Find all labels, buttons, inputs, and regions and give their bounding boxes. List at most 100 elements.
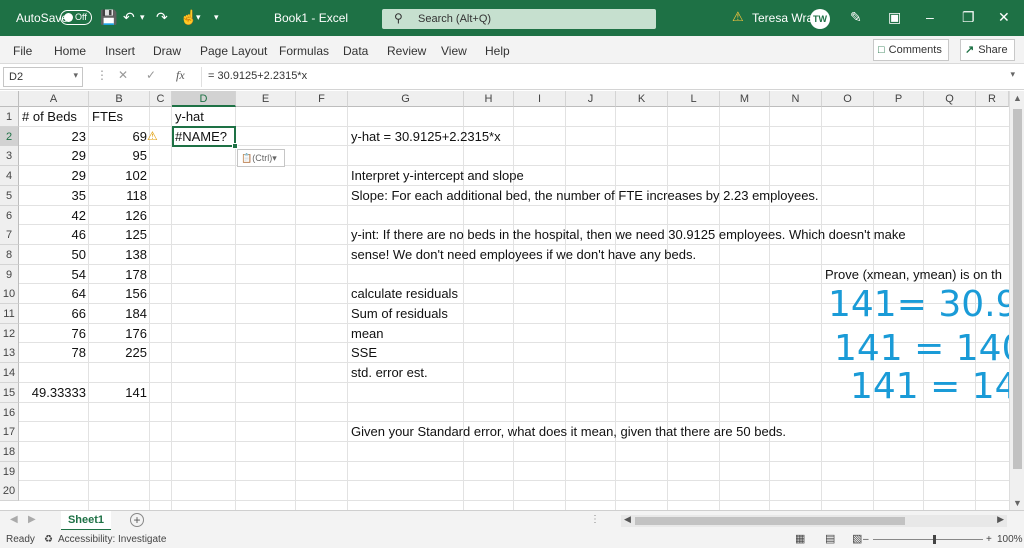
page-layout-view-icon[interactable]: ▤ [825,532,835,545]
name-box[interactable]: D2 ▾ [3,67,83,87]
undo-dropdown-icon[interactable]: ▾ [140,12,145,23]
menu-help[interactable]: Help [485,44,510,58]
cell-b3[interactable]: 95 [89,146,150,166]
column-header-j[interactable]: J [566,91,616,107]
row-header-8[interactable]: 8 [0,244,19,265]
cell-a1[interactable]: # of Beds [19,107,77,127]
undo-icon[interactable]: ↶ [123,9,135,26]
cell-a15[interactable]: 49.33333 [19,383,89,403]
zoom-slider-thumb[interactable] [933,535,936,544]
row-header-5[interactable]: 5 [0,185,19,206]
row-header-12[interactable]: 12 [0,323,19,344]
cell-a6[interactable]: 42 [19,206,89,226]
column-header-r[interactable]: R [976,91,1009,107]
cell-a2[interactable]: 23 [19,127,89,147]
cell-g11[interactable]: Sum of residuals [348,304,448,324]
column-header-c[interactable]: C [150,91,172,107]
select-all-corner[interactable] [0,91,19,107]
column-header-l[interactable]: L [668,91,720,107]
cancel-icon[interactable]: ✕ [118,68,128,82]
menu-data[interactable]: Data [343,44,368,58]
cell-g12[interactable]: mean [348,324,384,344]
scroll-thumb[interactable] [1013,109,1022,469]
column-header-k[interactable]: K [616,91,668,107]
column-header-m[interactable]: M [720,91,770,107]
cell-d1[interactable]: y-hat [172,107,204,127]
column-header-h[interactable]: H [464,91,514,107]
menu-file[interactable]: File [13,44,32,58]
vertical-scrollbar[interactable]: ▲ ▼ [1009,91,1024,510]
cell-g4[interactable]: Interpret y-intercept and slope [348,166,524,186]
close-icon[interactable]: ✕ [998,9,1010,26]
cell-a11[interactable]: 66 [19,304,89,324]
column-header-a[interactable]: A [19,91,89,107]
avatar[interactable]: TW [810,9,830,29]
expand-formula-icon[interactable]: ▾ [1010,69,1015,80]
column-header-n[interactable]: N [770,91,822,107]
active-cell-d2[interactable] [172,126,238,149]
touch-dropdown-icon[interactable]: ▾ [196,12,201,23]
column-header-q[interactable]: Q [924,91,976,107]
page-break-view-icon[interactable]: ▧ [852,532,862,545]
pen-icon[interactable]: ✎ [850,9,862,26]
menu-page-layout[interactable]: Page Layout [200,44,267,58]
row-header-4[interactable]: 4 [0,166,19,187]
cell-b7[interactable]: 125 [89,225,150,245]
row-header-18[interactable]: 18 [0,441,19,462]
enter-icon[interactable]: ✓ [146,68,156,82]
row-header-17[interactable]: 17 [0,422,19,443]
cell-a5[interactable]: 35 [19,186,89,206]
row-header-7[interactable]: 7 [0,225,19,246]
search-box[interactable]: ⚲ Search (Alt+Q) [382,9,656,29]
more-icon[interactable]: ⋮ [96,68,108,82]
cell-g2[interactable]: y-hat = 30.9125+2.2315*x [348,127,501,147]
row-header-10[interactable]: 10 [0,284,19,305]
cell-g14[interactable]: std. error est. [348,363,428,383]
cell-a3[interactable]: 29 [19,146,89,166]
cell-g7[interactable]: y-int: If there are no beds in the hospi… [348,225,906,245]
paste-options-button[interactable]: 📋(Ctrl)▾ [237,149,285,167]
warning-icon[interactable]: ⚠ [732,9,744,25]
column-header-e[interactable]: E [236,91,296,107]
column-header-f[interactable]: F [296,91,348,107]
cell-b13[interactable]: 225 [89,343,150,363]
customize-qat-icon[interactable]: ▾ [214,12,219,23]
row-header-1[interactable]: 1 [0,107,19,127]
minimize-icon[interactable]: – [926,9,934,25]
restore-icon[interactable]: ❐ [962,9,975,26]
cell-a13[interactable]: 78 [19,343,89,363]
row-header-20[interactable]: 20 [0,481,19,502]
row-header-19[interactable]: 19 [0,461,19,482]
row-header-16[interactable]: 16 [0,402,19,423]
scroll-right-icon[interactable]: ▶ [997,514,1004,525]
menu-home[interactable]: Home [54,44,86,58]
cell-a7[interactable]: 46 [19,225,89,245]
row-header-11[interactable]: 11 [0,304,19,324]
menu-insert[interactable]: Insert [105,44,135,58]
cell-b5[interactable]: 118 [89,186,150,206]
cell-g17[interactable]: Given your Standard error, what does it … [348,422,786,442]
cell-g10[interactable]: calculate residuals [348,284,458,304]
autosave-toggle[interactable]: Off [60,10,92,25]
horizontal-scrollbar[interactable]: ◀ ▶ [621,514,1007,527]
cell-b6[interactable]: 126 [89,206,150,226]
scroll-up-icon[interactable]: ▲ [1013,93,1022,103]
row-header-3[interactable]: 3 [0,146,19,167]
ribbon-display-icon[interactable]: ▣ [888,9,901,26]
next-sheet-icon[interactable]: ▶ [28,514,36,525]
insert-function-icon[interactable]: fx [176,68,185,83]
zoom-in-icon[interactable]: + [986,534,992,545]
column-header-p[interactable]: P [874,91,924,107]
row-header-2[interactable]: 2 [0,126,19,147]
accessibility-status[interactable]: Accessibility: Investigate [58,534,166,545]
sheet-tab-sheet1[interactable]: Sheet1 [61,511,111,531]
redo-icon[interactable]: ↷ [156,9,168,26]
comments-button[interactable]: □ Comments [873,39,949,61]
column-header-g[interactable]: G [348,91,464,107]
error-warning-icon[interactable]: ⚠ [147,129,158,143]
row-header-6[interactable]: 6 [0,205,19,226]
cell-b12[interactable]: 176 [89,324,150,344]
scroll-left-icon[interactable]: ◀ [624,514,631,525]
add-sheet-button[interactable]: + [130,513,144,527]
cell-b15[interactable]: 141 [89,383,150,403]
